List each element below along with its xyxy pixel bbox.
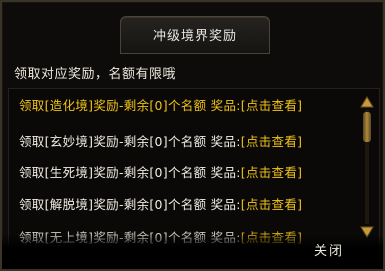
view-prizes-link[interactable]: [点击查看] <box>241 165 303 180</box>
view-prizes-link[interactable]: [点击查看] <box>241 98 303 113</box>
reward-row-shengsi[interactable]: 领取[生死境]奖励-剩余[0]个名额 奖品:[点击查看] <box>19 162 357 184</box>
reward-text: 领取[玄妙境]奖励-剩余[0]个名额 奖品: <box>19 134 241 149</box>
reward-list: 领取[造化境]奖励-剩余[0]个名额 奖品:[点击查看] 领取[玄妙境]奖励-剩… <box>8 88 380 248</box>
list-scrollbar[interactable] <box>360 96 374 238</box>
scroll-up-arrow-icon[interactable] <box>360 96 374 108</box>
reward-text: 领取[造化境]奖励-剩余[0]个名额 奖品: <box>19 98 241 113</box>
reward-dialog: 冲级境界奖励 领取对应奖励，名额有限哦 领取[造化境]奖励-剩余[0]个名额 奖… <box>0 0 385 271</box>
scroll-thumb[interactable] <box>363 112 371 142</box>
dialog-title: 冲级境界奖励 <box>152 29 237 44</box>
view-prizes-link[interactable]: [点击查看] <box>241 197 303 212</box>
reward-row-jietuo[interactable]: 领取[解脱境]奖励-剩余[0]个名额 奖品:[点击查看] <box>19 194 357 216</box>
reward-text: 领取[解脱境]奖励-剩余[0]个名额 奖品: <box>19 197 241 212</box>
reward-row-xuanmiao[interactable]: 领取[玄妙境]奖励-剩余[0]个名额 奖品:[点击查看] <box>19 131 357 153</box>
dialog-subtitle: 领取对应奖励，名额有限哦 <box>14 67 177 82</box>
view-prizes-link[interactable]: [点击查看] <box>241 134 303 149</box>
reward-text: 领取[生死境]奖励-剩余[0]个名额 奖品: <box>19 165 241 180</box>
close-button[interactable]: 关闭 <box>306 242 352 262</box>
reward-row-zaohua[interactable]: 领取[造化境]奖励-剩余[0]个名额 奖品:[点击查看] <box>19 95 357 117</box>
